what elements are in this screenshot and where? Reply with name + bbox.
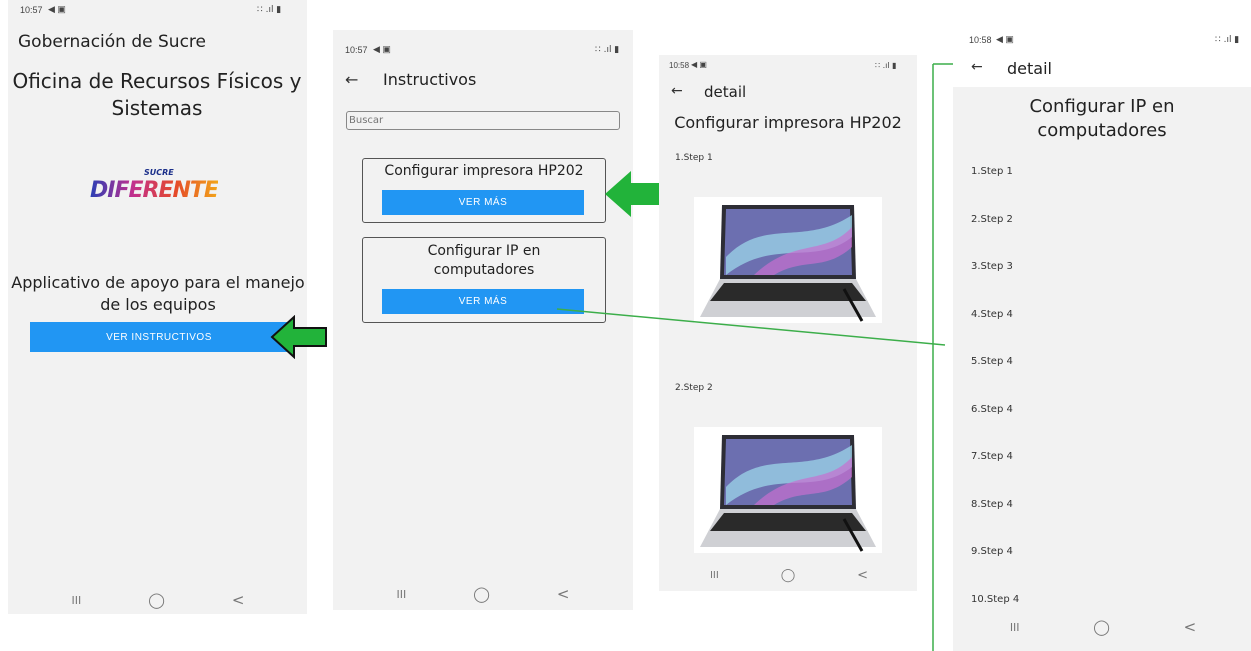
status-time: 10:57 (20, 5, 43, 15)
green-arrow-left-icon (605, 171, 659, 217)
card-title: Configurar IP en computadores (427, 243, 541, 278)
step-label: 7.Step 4 (971, 451, 1013, 462)
card-title: Configurar impresora HP202 (384, 163, 584, 179)
ver-mas-button[interactable]: VER MÁS (382, 289, 584, 314)
back-icon[interactable]: < (1184, 618, 1197, 636)
recent-apps-icon[interactable]: III (1010, 621, 1020, 634)
back-icon[interactable]: < (232, 591, 245, 609)
detail-heading: Configurar impresora HP202 (674, 113, 902, 132)
green-arrow-left-icon (270, 315, 327, 359)
back-arrow-icon[interactable]: ← (671, 83, 683, 99)
screen-home: 10:57 ◀ ▣ ∷ .ıl ▮ Gobernación de Sucre O… (8, 0, 307, 614)
home-icon[interactable]: ◯ (473, 585, 490, 603)
step-label: 2.Step 2 (675, 383, 713, 393)
status-send-icon: ◀ ▣ (48, 4, 66, 14)
status-signal-icons: ∷ .ıl ▮ (1215, 35, 1240, 45)
status-signal-icons: ∷ .ıl ▮ (257, 5, 282, 15)
status-signal-icons: ∷ .ıl ▮ (875, 61, 897, 70)
step-label: 8.Step 4 (971, 498, 1013, 510)
status-time: 10:57 (345, 45, 368, 55)
ver-mas-button[interactable]: VER MÁS (382, 190, 584, 215)
app-bar (953, 55, 1251, 91)
screen-instructivos: 10:57 ◀ ▣ ∷ .ıl ▮ ← Instructivos Configu… (333, 30, 633, 610)
step-label: 3.Step 3 (971, 261, 1013, 272)
recent-apps-icon[interactable]: III (396, 588, 406, 601)
app-title: detail (1007, 59, 1052, 78)
step-label: 1.Step 1 (971, 166, 1013, 177)
detail-heading: Configurar IP en computadores (1029, 96, 1175, 141)
home-icon[interactable]: ◯ (781, 568, 796, 583)
step-label: 4.Step 4 (971, 308, 1013, 320)
home-icon[interactable]: ◯ (1093, 618, 1110, 636)
laptop-image (694, 427, 882, 553)
ver-instructivos-button[interactable]: VER INSTRUCTIVOS (30, 322, 288, 352)
step-label: 10.Step 4 (971, 593, 1020, 605)
page-title: Oficina de Recursos Físicos y Sistemas (12, 69, 302, 120)
system-nav-bar: III ◯ < (38, 588, 278, 612)
status-time: 10:58 (669, 61, 690, 70)
back-icon[interactable]: < (557, 585, 570, 603)
system-nav-bar: III ◯ < (679, 563, 899, 587)
step-label: 6.Step 4 (971, 403, 1013, 415)
step-label: 2.Step 2 (971, 213, 1013, 225)
home-icon[interactable]: ◯ (148, 591, 165, 609)
status-send-icon: ◀ ▣ (996, 34, 1014, 44)
recent-apps-icon[interactable]: III (710, 570, 719, 581)
step-label: 5.Step 4 (971, 356, 1013, 367)
step-label: 9.Step 4 (971, 546, 1013, 557)
laptop-image (694, 197, 882, 323)
logo-main-text: DIFERENTE (90, 178, 219, 203)
back-arrow-icon[interactable]: ← (971, 59, 983, 75)
app-subtitle: Applicativo de apoyo para el manejo de l… (11, 273, 305, 314)
status-signal-icons: ∷ .ıl ▮ (595, 45, 620, 55)
sucre-logo: SUCRE DIFERENTE (90, 168, 230, 210)
card-impresora: Configurar impresora HP202 VER MÁS (362, 158, 606, 223)
status-send-icon: ◀ ▣ (691, 60, 707, 69)
search-input[interactable] (346, 111, 620, 130)
recent-apps-icon[interactable]: III (71, 594, 81, 607)
app-header: Gobernación de Sucre (18, 32, 206, 52)
logo-top-text: SUCRE (144, 168, 174, 177)
step-label: 1.Step 1 (675, 153, 713, 163)
app-title: Instructivos (383, 70, 477, 89)
back-icon[interactable]: < (857, 568, 868, 583)
back-arrow-icon[interactable]: ← (345, 70, 358, 89)
system-nav-bar: III ◯ < (973, 615, 1233, 639)
card-ip: Configurar IP en computadores VER MÁS (362, 237, 606, 323)
system-nav-bar: III ◯ < (363, 582, 603, 606)
app-title: detail (704, 83, 747, 101)
screen-detail-impresora: 10:58 ◀ ▣ ∷ .ıl ▮ ← detail Configurar im… (659, 55, 917, 591)
status-send-icon: ◀ ▣ (373, 44, 391, 54)
screen-detail-ip: 10:58 ◀ ▣ ∷ .ıl ▮ ← detail Configurar IP… (953, 25, 1251, 651)
status-time: 10:58 (969, 35, 992, 45)
